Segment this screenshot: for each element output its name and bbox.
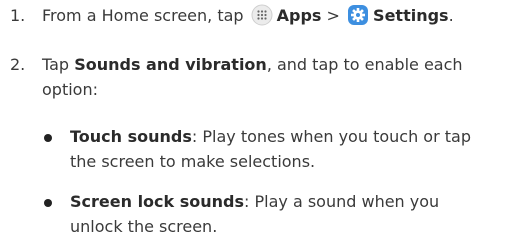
bullet-icon bbox=[44, 134, 52, 142]
step-number: 1. bbox=[10, 6, 26, 25]
screen-lock-sounds-label: Screen lock sounds bbox=[70, 192, 245, 211]
step-1: 1. From a Home screen, tap Apps > Settin… bbox=[10, 3, 510, 29]
step-1-text: From a Home screen, tap Apps > Settings. bbox=[42, 3, 454, 34]
sounds-and-vibration-label: Sounds and vibration bbox=[74, 55, 267, 74]
option-touch-sounds-line-1: Touch sounds: Play tones when you touch … bbox=[70, 127, 471, 146]
step-2-line-2: option: bbox=[42, 80, 98, 99]
settings-label: Settings bbox=[373, 6, 449, 25]
apps-grid-icon bbox=[251, 4, 273, 34]
step-1-suffix: . bbox=[448, 6, 454, 25]
step-2-line-1: Tap Sounds and vibration, and tap to ena… bbox=[42, 52, 463, 78]
option-touch-sounds-line-2: the screen to make selections. bbox=[70, 152, 316, 171]
option-screen-lock-sounds-line-1: Screen lock sounds: Play a sound when yo… bbox=[70, 192, 440, 211]
touch-sounds-label: Touch sounds bbox=[70, 127, 192, 146]
step-2-prefix: Tap bbox=[42, 55, 70, 74]
step-2-line-1-rest: , and tap to enable each bbox=[266, 55, 463, 74]
step-1-prefix: From a Home screen, tap bbox=[42, 6, 244, 25]
step-2: 2. Tap Sounds and vibration, and tap to … bbox=[10, 52, 510, 104]
option-screen-lock-sounds-line-2: unlock the screen. bbox=[70, 217, 218, 236]
breadcrumb-separator: > bbox=[326, 6, 340, 25]
step-number: 2. bbox=[10, 55, 26, 74]
apps-label: Apps bbox=[276, 6, 322, 25]
bullet-icon bbox=[44, 199, 52, 207]
settings-gear-icon bbox=[347, 4, 369, 34]
